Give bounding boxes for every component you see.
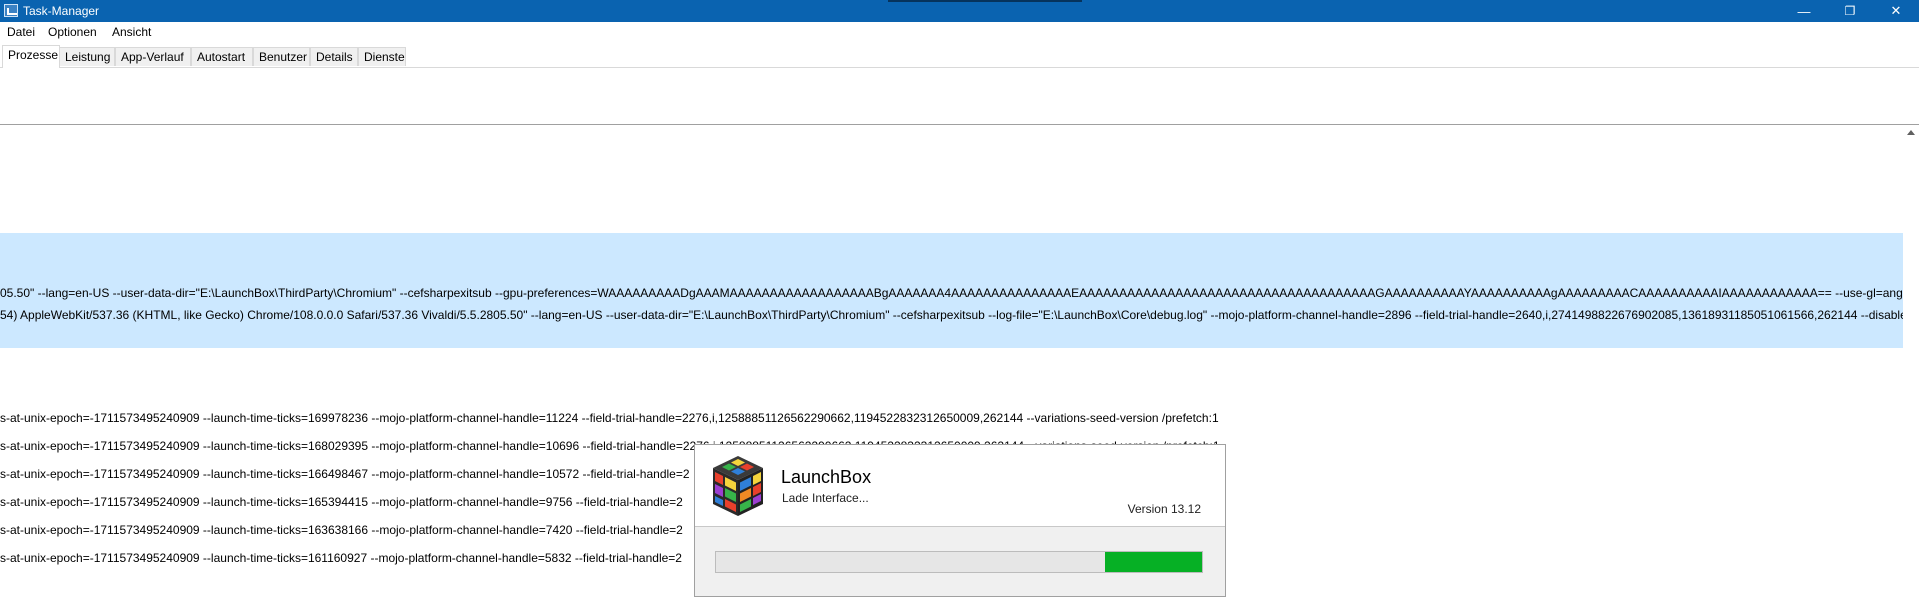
minimize-button[interactable]: — [1781,0,1827,22]
tab-bar: Prozesse Leistung App-Verlauf Autostart … [0,44,1919,68]
menu-optionen[interactable]: Optionen [48,25,97,39]
table-row[interactable]: s-at-unix-epoch=-1711573495240909 --laun… [0,551,682,565]
menu-datei[interactable]: Datei [7,25,35,39]
tab-details[interactable]: Details [310,47,358,66]
table-row[interactable]: s-at-unix-epoch=-1711573495240909 --laun… [0,467,690,481]
title-strip [888,0,1082,2]
column-header-area [0,68,1919,125]
launchbox-splash: LaunchBox Lade Interface... Version 13.1… [694,444,1226,597]
scroll-up-arrow-icon[interactable] [1907,130,1915,135]
loading-progress-fill [1104,552,1202,572]
table-row-selected[interactable]: 05.50" --lang=en-US --user-data-dir="E:\… [0,286,1903,300]
table-row[interactable]: s-at-unix-epoch=-1711573495240909 --laun… [0,495,683,509]
tab-leistung[interactable]: Leistung [59,47,115,66]
restore-button[interactable]: ❐ [1827,0,1873,22]
title-bar: Task-Manager — ❐ ✕ [0,0,1919,22]
tab-autostart[interactable]: Autostart [191,47,253,66]
splash-status-text: Lade Interface... [782,491,869,505]
tab-app-verlauf[interactable]: App-Verlauf [115,47,191,66]
vertical-scrollbar[interactable] [1903,126,1919,608]
table-row-selected[interactable]: 54) AppleWebKit/537.36 (KHTML, like Geck… [0,308,1903,322]
task-manager-icon [4,4,18,17]
tab-benutzer[interactable]: Benutzer [253,47,310,66]
splash-version: Version 13.12 [1127,502,1201,516]
close-button[interactable]: ✕ [1873,0,1919,22]
loading-progress-bar [715,551,1203,573]
menu-bar: Datei Optionen Ansicht [0,22,1919,42]
launchbox-cube-icon [713,456,763,516]
table-row[interactable]: s-at-unix-epoch=-1711573495240909 --laun… [0,523,683,537]
table-row[interactable]: s-at-unix-epoch=-1711573495240909 --laun… [0,411,1219,425]
tab-prozesse[interactable]: Prozesse [2,45,60,68]
window-title: Task-Manager [23,4,100,18]
tab-dienste[interactable]: Dienste [358,47,406,66]
splash-app-name: LaunchBox [781,467,872,487]
menu-ansicht[interactable]: Ansicht [112,25,151,39]
splash-header: LaunchBox Lade Interface... Version 13.1… [695,445,1225,527]
